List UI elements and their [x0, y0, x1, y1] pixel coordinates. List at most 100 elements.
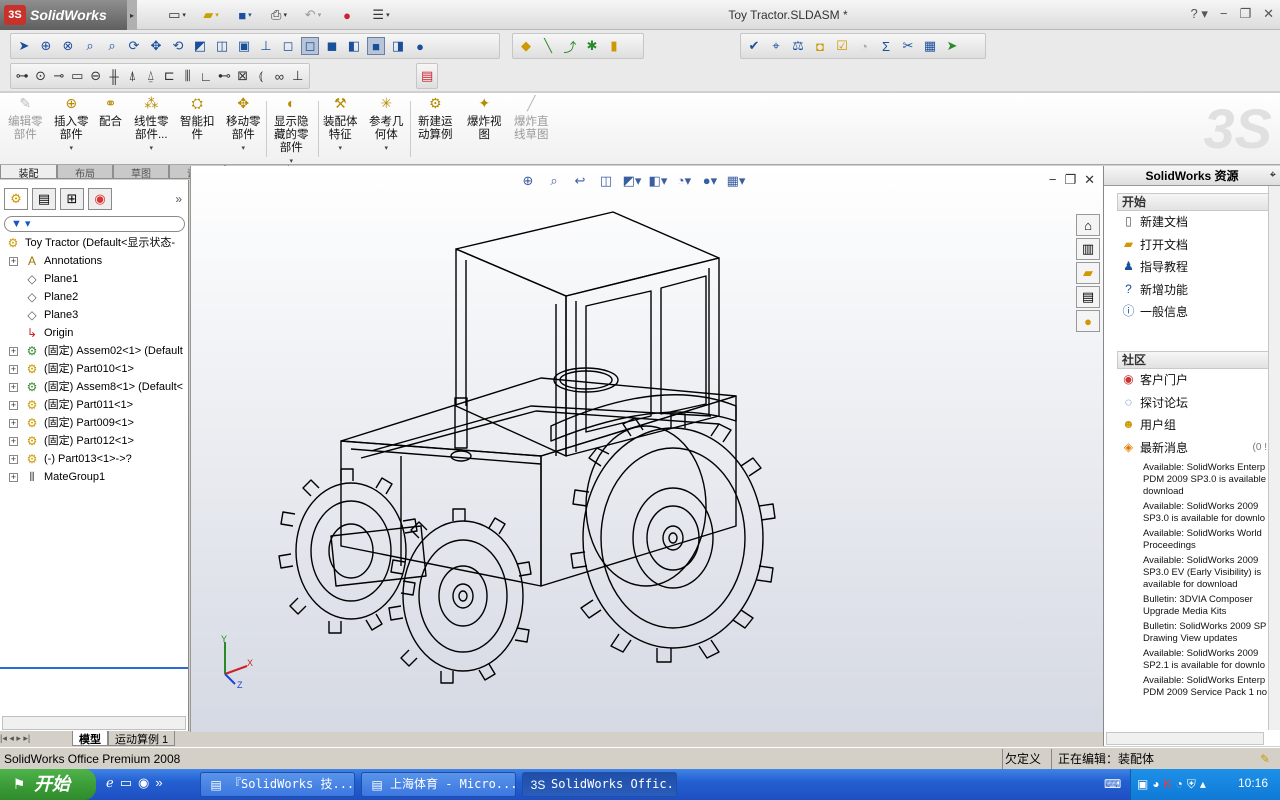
dim-16-icon[interactable]: ⊥ — [291, 67, 305, 85]
measure-icon[interactable]: ⌖ — [767, 37, 785, 55]
dim-11-icon[interactable]: ∟ — [199, 67, 213, 85]
tree-item[interactable]: + ⚙ (固定) Assem02<1> (Default — [0, 342, 188, 360]
news-item-link[interactable]: Available: SolidWorks World Proceedings — [1143, 528, 1269, 552]
news-item-link[interactable]: Bulletin: 3DVIA Composer Upgrade Media K… — [1143, 594, 1269, 618]
tree-item[interactable]: + ⚙ (-) Part013<1>->? — [0, 450, 188, 468]
start-button[interactable]: ⚑ 开始 — [0, 769, 96, 800]
help-button[interactable]: ? ▾ — [1190, 6, 1207, 22]
cmd-insert-component-button[interactable]: ⊕ 插入零 部件 ▾ — [54, 96, 89, 155]
task-pane-link[interactable]: ♟ 指导教程 — [1117, 256, 1269, 279]
update-icon[interactable]: ▴ — [1200, 777, 1206, 792]
close-icon[interactable]: ✕ — [1263, 6, 1274, 22]
community-section-header[interactable]: 社区 — [1117, 351, 1269, 369]
expand-icon[interactable]: + — [9, 455, 18, 464]
tree-item[interactable]: ◇ Plane3 — [0, 306, 188, 324]
media-icon[interactable]: ◉ — [138, 775, 149, 791]
select-icon[interactable]: ➤ — [15, 37, 33, 55]
dim-6-icon[interactable]: ╫ — [107, 67, 121, 85]
expand-icon[interactable]: + — [9, 365, 18, 374]
dim-10-icon[interactable]: ⫼ — [180, 67, 194, 85]
centerline-icon[interactable]: ✱ — [583, 37, 601, 55]
news-item-link[interactable]: Available: SolidWorks 2009 SP3.0 is avai… — [1143, 501, 1269, 525]
network-icon[interactable]: ▣ — [1137, 777, 1148, 792]
cmd-tab[interactable]: 布局 — [57, 165, 113, 180]
dim-5-icon[interactable]: ⊖ — [89, 67, 103, 85]
design-library-icon[interactable]: ▥ — [1076, 238, 1100, 260]
security-icon[interactable]: ⛨ — [1187, 777, 1196, 792]
dim-3-icon[interactable]: ⊸ — [52, 67, 66, 85]
news-item-link[interactable]: Available: SolidWorks Enterp PDM 2009 SP… — [1143, 462, 1269, 498]
task-pane-link[interactable]: ☻ 用户组 — [1117, 414, 1269, 437]
rotate-icon[interactable]: ⟳ — [125, 37, 143, 55]
file-explorer-icon[interactable]: ▰ — [1076, 262, 1100, 284]
feature-filter-input[interactable]: ▼ ▾ — [4, 216, 185, 232]
expand-icon[interactable]: + — [9, 347, 18, 356]
palette-icon[interactable]: ▤ — [421, 67, 433, 85]
zoom-selection-icon[interactable]: ⌕ — [103, 37, 121, 55]
point-icon[interactable]: ⤴ — [561, 37, 579, 55]
shadows-icon[interactable]: ◨ — [389, 37, 407, 55]
pin-icon[interactable]: ⌖ — [1270, 169, 1276, 182]
dropdown-arrow-icon[interactable]: ▾ — [134, 142, 169, 155]
dim-15-icon[interactable]: ∞ — [272, 67, 286, 85]
macro-icon[interactable]: ➤ — [943, 37, 961, 55]
task-pane-link[interactable]: ▯ 新建文档 — [1117, 211, 1269, 234]
restore-icon[interactable]: ❐ — [1239, 6, 1251, 22]
view-palette-icon[interactable]: ▤ — [1076, 286, 1100, 308]
property-manager-tab-icon[interactable]: ▤ — [32, 188, 56, 210]
model-tab[interactable]: 运动算例 1 — [108, 731, 176, 746]
volume-icon[interactable]: ◔ — [1176, 777, 1183, 792]
quicklaunch-more-icon[interactable]: » — [155, 775, 162, 791]
graphics-area[interactable]: ⊕ ⌕ ↩ ◫ ◩▾ ◧▾ ◔▾ ●▾ ▦▾ − ❐ ✕ Y X Z — [190, 166, 1103, 732]
appearances-icon[interactable]: ● — [1076, 310, 1100, 332]
status-tooltip-icon[interactable]: ✎ — [1260, 749, 1270, 769]
cmd-show-hidden-button[interactable]: ◐ 显示隐 藏的零 部件 ▾ — [274, 96, 309, 168]
news-item-link[interactable]: Available: SolidWorks 2009 SP2.1 is avai… — [1143, 648, 1269, 672]
dim-9-icon[interactable]: ⊏ — [162, 67, 176, 85]
cmd-tab[interactable]: 草图 — [113, 165, 169, 180]
expand-icon[interactable]: + — [9, 473, 18, 482]
dim-2-icon[interactable]: ⊙ — [33, 67, 47, 85]
task-pane-hscroll[interactable] — [1106, 732, 1264, 745]
dim-4-icon[interactable]: ▭ — [70, 67, 84, 85]
cmd-tab[interactable]: 装配 — [0, 165, 57, 180]
section-view-icon[interactable]: ◫ — [213, 37, 231, 55]
task-pane-link[interactable]: ? 新增功能 — [1117, 279, 1269, 302]
news-item-link[interactable]: Bulletin: SolidWorks 2009 SP Drawing Vie… — [1143, 621, 1269, 645]
mass-properties-icon[interactable]: ⚖ — [789, 37, 807, 55]
dim-8-icon[interactable]: ⍙ — [144, 67, 158, 85]
expand-icon[interactable]: + — [9, 437, 18, 446]
start-section-header[interactable]: 开始 — [1117, 193, 1269, 211]
tree-item[interactable]: + ⫴ MateGroup1 — [0, 468, 188, 486]
taskbar-task-button[interactable]: 3S SolidWorks Offic... — [522, 772, 677, 797]
feature-manager-tab-icon[interactable]: ⚙ — [4, 188, 28, 210]
tree-item[interactable]: + ⚙ (固定) Part012<1> — [0, 432, 188, 450]
line-icon[interactable]: ╲ — [539, 37, 557, 55]
tree-item[interactable]: + ⚙ (固定) Part011<1> — [0, 396, 188, 414]
task-pane-link[interactable]: ⓘ 一般信息 — [1117, 301, 1269, 324]
hidden-lines-visible-icon[interactable]: ◻ — [301, 37, 319, 55]
rollback-bar[interactable] — [0, 667, 188, 669]
hidden-lines-removed-icon[interactable]: ◼ — [323, 37, 341, 55]
statistics-icon[interactable]: ◔ — [855, 37, 873, 55]
show-desktop-icon[interactable]: ▭ — [120, 775, 132, 791]
cmd-smart-fastener-button[interactable]: ⛭ 智能扣 件 — [180, 96, 215, 142]
taskbar-task-button[interactable]: ▤ 上海体育 - Micro... — [361, 772, 516, 797]
task-pane-link[interactable]: ◈ 最新消息 (0 ! — [1117, 437, 1269, 460]
cmd-explode-line-button[interactable]: ╱ 爆炸直 线草图 — [514, 96, 549, 142]
shaded-edges-icon[interactable]: ◧ — [345, 37, 363, 55]
tree-item[interactable]: + ⚙ (固定) Part009<1> — [0, 414, 188, 432]
display-manager-tab-icon[interactable]: ◉ — [88, 188, 112, 210]
dim-14-icon[interactable]: ⦅ — [254, 67, 268, 85]
dropdown-arrow-icon[interactable]: ▾ — [54, 142, 89, 155]
expand-panel-icon[interactable]: » — [175, 192, 182, 206]
tree-item[interactable]: ↳ Origin — [0, 324, 188, 342]
normal-to-icon[interactable]: ⊥ — [257, 37, 275, 55]
cmd-linear-pattern-button[interactable]: ⁂ 线性零 部件... ▾ — [134, 96, 169, 155]
taskbar-task-button[interactable]: ▤ 『SolidWorks 技... — [200, 772, 355, 797]
tree-item[interactable]: + ⚙ (固定) Assem8<1> (Default< — [0, 378, 188, 396]
qq-icon[interactable]: ◕ — [1152, 777, 1159, 792]
wireframe-icon[interactable]: ◻ — [279, 37, 297, 55]
dim-12-icon[interactable]: ⊷ — [217, 67, 231, 85]
task-pane-link[interactable]: ◉ 客户门户 — [1117, 369, 1269, 392]
